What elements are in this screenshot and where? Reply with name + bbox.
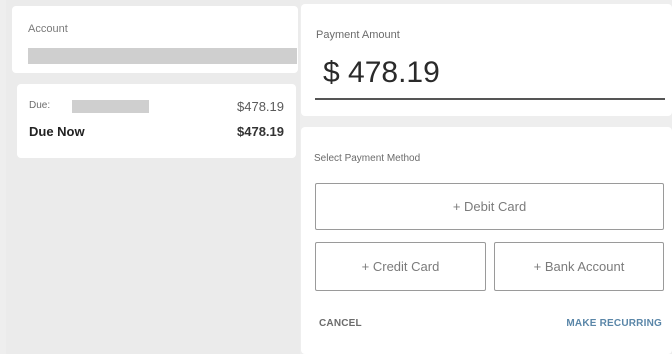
make-recurring-button[interactable]: MAKE RECURRING (566, 318, 662, 329)
account-summary-panel: Account Due: $478.19 Due Now $478.19 (6, 0, 300, 354)
account-label: Account (28, 23, 68, 35)
due-now-amount: $478.19 (237, 124, 284, 139)
add-bank-account-button[interactable]: + Bank Account (494, 242, 664, 291)
add-debit-card-button[interactable]: + Debit Card (315, 183, 664, 230)
due-label: Due: (29, 100, 51, 111)
payment-method-card: Select Payment Method + Debit Card + Cre… (301, 127, 672, 354)
due-date-redacted (72, 100, 149, 113)
due-card: Due: $478.19 Due Now $478.19 (17, 84, 296, 158)
payment-amount-label: Payment Amount (316, 29, 400, 41)
payment-method-label: Select Payment Method (314, 153, 421, 164)
cancel-button[interactable]: CANCEL (319, 318, 362, 329)
payment-page: Account Due: $478.19 Due Now $478.19 Pay… (0, 0, 672, 354)
account-card: Account (12, 6, 298, 73)
payment-amount-card: Payment Amount (301, 4, 672, 116)
payment-amount-input[interactable] (315, 48, 665, 100)
payment-panel: Payment Amount Select Payment Method + D… (300, 0, 672, 354)
add-credit-card-button[interactable]: + Credit Card (315, 242, 486, 291)
due-amount: $478.19 (237, 99, 284, 114)
account-number-redacted (28, 48, 297, 64)
due-now-label: Due Now (29, 124, 85, 139)
